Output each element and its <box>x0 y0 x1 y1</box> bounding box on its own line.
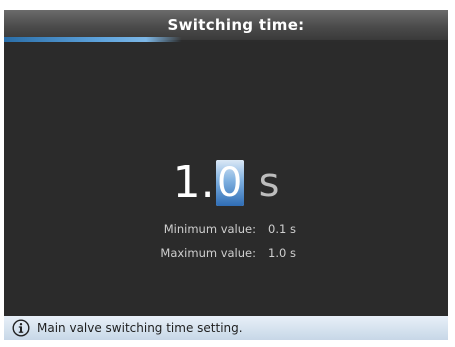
decimal-separator: . <box>200 157 215 208</box>
info-icon <box>12 319 30 337</box>
value-integer-digit[interactable]: 1 <box>173 157 201 208</box>
maximum-value-row: Maximum value: 1.0 s <box>4 246 448 260</box>
status-bar: Main valve switching time setting. <box>4 316 448 340</box>
value-unit: s <box>258 160 280 206</box>
status-message: Main valve switching time setting. <box>37 321 243 335</box>
minimum-value: 0.1 s <box>268 222 296 236</box>
screen-frame: Switching time: 1. 0 s Minimum value: 0.1 s… <box>4 10 448 340</box>
selected-digit-cursor[interactable]: 0 <box>215 160 244 206</box>
title-bar: Switching time: <box>4 10 448 42</box>
value-display[interactable]: 1. 0 s <box>4 157 448 209</box>
maximum-value: 1.0 s <box>268 246 296 260</box>
page-title: Switching time: <box>167 16 305 34</box>
minimum-value-label: Minimum value: <box>163 222 256 236</box>
minimum-value-row: Minimum value: 0.1 s <box>4 222 448 236</box>
value-editor-panel: 1. 0 s Minimum value: 0.1 s Maximum value: 1… <box>4 42 448 316</box>
selected-digit[interactable]: 0 <box>216 160 244 206</box>
maximum-value-label: Maximum value: <box>160 246 256 260</box>
